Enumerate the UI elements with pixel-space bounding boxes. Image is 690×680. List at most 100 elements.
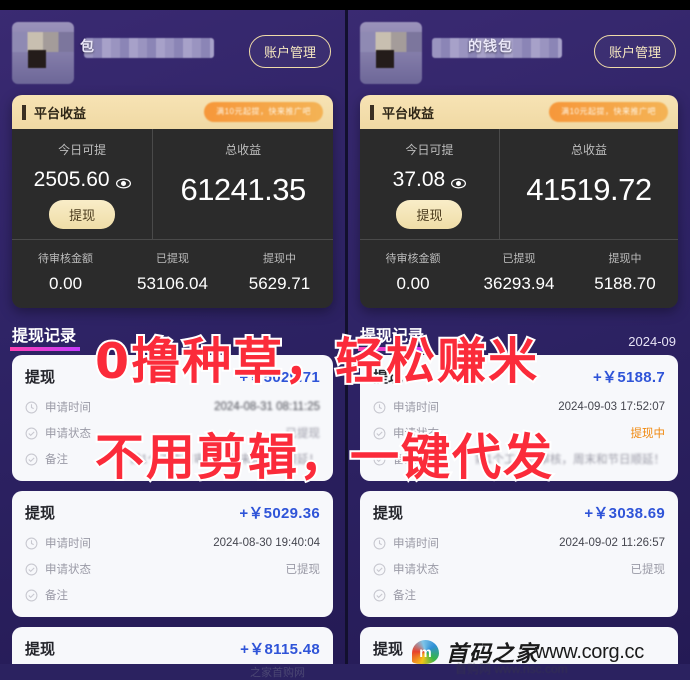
records-title: 提现记录 [9,322,81,351]
account-management-button[interactable]: 账户管理 [593,35,676,68]
stat-withdrawing: 提现中 5629.71 [226,250,333,294]
check-circle-icon [373,563,386,576]
today-withdrawable-block: 今日可提 2505.60 提现 [12,129,154,239]
record-time-label: 申请时间 [45,402,91,414]
record-time-row: 申请时间 2024-09-03 17:52:07 [373,394,665,420]
earnings-card-header: 平台收益 满10元起提，快来推广吧 [12,95,333,129]
account-management-button[interactable]: 账户管理 [248,35,331,68]
stat-label: 提现中 [608,253,642,265]
record-time-row: 申请时间 2024-09-02 11:26:57 [373,530,665,556]
left-header: 包 账户管理 [0,0,345,95]
earnings-stats-row: 待审核金额 0.00 已提现 53106.04 提现中 5629.71 [12,239,333,308]
earnings-card-header: 平台收益 满10元起提，快来推广吧 [360,95,678,129]
right-header: 的钱包 账户管理 [348,0,690,95]
withdraw-button[interactable]: 提现 [396,200,463,229]
record-type: 提现 [25,369,56,386]
earnings-card-title: 平台收益 [34,105,87,121]
record-type: 提现 [373,641,404,658]
today-value: 37.08 [392,168,446,191]
record-card[interactable]: 提现 +￥3038.69 申请时间 2024-09-02 11:26:57 申请… [360,491,678,617]
record-card[interactable]: 提现 +￥5029.36 申请时间 2024-08-30 19:40:04 申请… [12,491,333,617]
watermark-brand: 首码之家 [446,641,539,667]
earnings-card-title: 平台收益 [382,105,435,121]
watermark: m 首码之家 www.corg.cc [412,636,644,668]
record-time-value: 2024-08-31 08:11:25 [214,401,320,413]
earnings-top-row: 今日可提 37.08 提现 总收益 41519.72 [360,129,678,239]
check-circle-icon [25,427,38,440]
today-value: 2505.60 [33,168,110,191]
today-withdrawable-block: 今日可提 37.08 提现 [360,129,500,239]
stat-pending-review: 待审核金额 0.00 [12,250,119,294]
eye-icon[interactable] [451,173,467,188]
earnings-stats-row: 待审核金额 0.00 已提现 36293.94 提现中 5188.70 [360,239,678,308]
earnings-body: 今日可提 37.08 提现 总收益 41519.72 待审核金额 0.00 已提… [360,129,678,308]
record-status-row: 申请状态 已提现 [373,556,665,582]
stat-value: 53106.04 [137,274,208,293]
total-label: 总收益 [570,143,607,157]
total-value: 61241.35 [180,172,306,207]
record-type: 提现 [25,505,56,522]
record-status-value: 已提现 [630,564,666,576]
clock-icon [25,401,38,414]
record-amount: +￥3038.69 [584,505,665,522]
stat-label: 已提现 [156,253,189,265]
earnings-card: 平台收益 满10元起提，快来推广吧 今日可提 37.08 提现 总收益 4151… [360,95,678,308]
record-time-label: 申请时间 [45,538,91,550]
promo-overlay-line1: 0撸种草，轻松赚米 [93,331,540,392]
record-note-label: 备注 [45,454,68,466]
stat-pending-review: 待审核金额 0.00 [360,250,466,294]
record-status-row: 申请状态 已提现 [25,556,320,582]
promo-badge[interactable]: 满10元起提，快来推广吧 [549,102,668,122]
stat-withdrawing: 提现中 5188.70 [572,250,678,294]
stat-label: 待审核金额 [385,253,441,265]
record-status-label: 申请状态 [45,564,91,576]
stat-value: 0.00 [48,274,83,293]
username-suffix: 的钱包 [468,38,513,54]
stat-value: 5629.71 [248,274,311,293]
watermark-logo-icon: m [412,640,439,664]
check-circle-icon [25,563,38,576]
clock-icon [373,537,386,550]
stat-value: 36293.94 [483,274,555,293]
watermark-bottom-text: 之家首购网 [250,667,305,679]
check-circle-icon [373,589,386,602]
earnings-card: 平台收益 满10元起提，快来推广吧 今日可提 2505.60 提现 总收益 61… [12,95,333,308]
earnings-top-row: 今日可提 2505.60 提现 总收益 61241.35 [12,129,333,239]
record-time-row: 申请时间 2024-08-30 19:40:04 [25,530,320,556]
promo-badge[interactable]: 满10元起提，快来推广吧 [204,102,323,122]
record-time-value: 2024-09-03 17:52:07 [558,401,665,413]
promo-overlay-line2: 不用剪辑，一键代发 [93,427,555,488]
stat-withdrawn: 已提现 36293.94 [466,250,572,294]
watermark-url: www.corg.cc [535,640,644,663]
top-black-bar [0,0,690,10]
avatar [360,22,422,84]
record-type: 提现 [25,641,56,658]
record-status-label: 申请状态 [393,564,439,576]
total-label: 总收益 [225,143,262,157]
record-note-row: 备注 [373,582,665,608]
withdraw-button[interactable]: 提现 [49,200,116,229]
record-time-label: 申请时间 [393,402,439,414]
record-amount: +￥5029.36 [239,505,320,522]
today-label: 今日可提 [405,143,454,157]
record-note-label: 备注 [45,590,68,602]
today-value-row: 37.08 [393,168,467,192]
record-status-label: 申请状态 [45,428,91,440]
stat-value: 5188.70 [594,274,656,293]
record-top-row: 提现 +￥8115.48 [25,638,320,659]
screenshot-root: 包 账户管理 平台收益 满10元起提，快来推广吧 今日可提 2505.60 提现… [0,0,690,680]
total-earnings-block: 总收益 61241.35 [153,129,333,239]
check-circle-icon [25,589,38,602]
record-amount: +￥8115.48 [240,641,320,658]
record-top-row: 提现 +￥3038.69 [373,502,665,523]
stat-label: 待审核金额 [38,253,93,265]
eye-icon[interactable] [115,173,131,188]
avatar [12,22,74,84]
record-status-value: 已提现 [285,564,321,576]
clock-icon [25,537,38,550]
records-month[interactable]: 2024-09 [628,334,676,349]
username-suffix: 包 [80,38,95,54]
watermark-logo-letter: m [419,644,432,660]
accent-bar-icon [22,104,26,120]
record-amount: +￥5188.7 [592,369,665,386]
